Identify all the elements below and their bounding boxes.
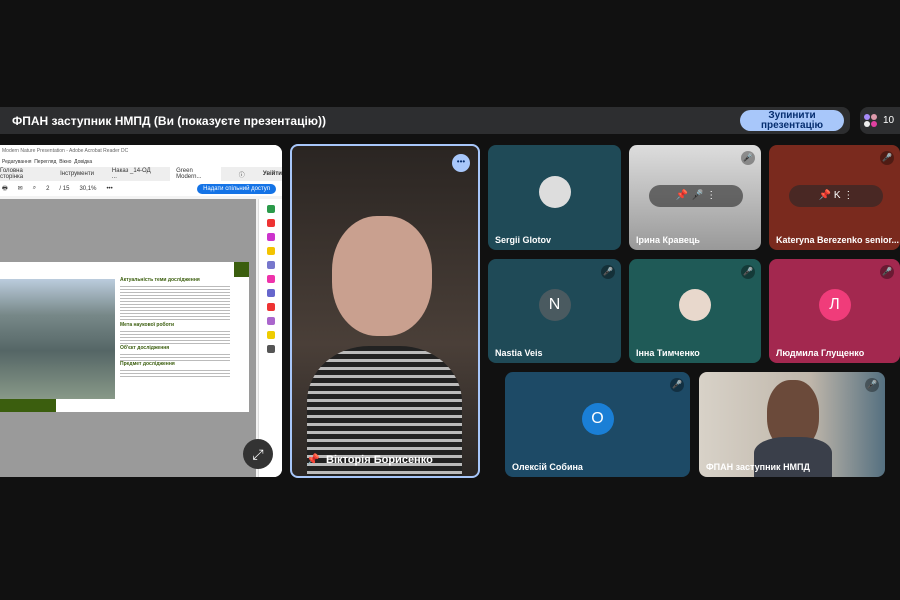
stop-presenting-button[interactable]: Зупинити презентацію xyxy=(740,110,844,131)
tab-doc1[interactable]: Наказ _14-ОД ... xyxy=(112,168,152,180)
participant-name: Sergii Glotov xyxy=(495,235,552,245)
mic-off-icon: 🎤 xyxy=(865,378,879,392)
document-view: Актуальність теми дослідження Мета науко… xyxy=(0,199,256,477)
participant-name: Ірина Кравець xyxy=(636,235,700,245)
avatar xyxy=(679,289,711,321)
zoom-select[interactable]: 30,1% xyxy=(79,186,96,192)
page-number[interactable]: 2 xyxy=(46,186,49,192)
help-icon[interactable]: ⓘ xyxy=(239,170,245,179)
participant-name: Nastia Veis xyxy=(495,348,543,358)
tile-controls[interactable]: 📌 K ⋮ xyxy=(789,185,883,207)
participant-tile[interactable]: Sergii Glotov xyxy=(488,145,621,250)
fullscreen-button[interactable]: ⤢ xyxy=(243,439,273,469)
mic-off-icon: 🎤 xyxy=(741,151,755,165)
login-button[interactable]: Увійти xyxy=(263,171,282,177)
participants-button[interactable]: 10 xyxy=(860,107,900,134)
avatar: Л xyxy=(818,289,851,321)
mic-off-icon: 🎤 xyxy=(880,265,894,279)
banner-title: ФПАН заступник НМПД (Ви (показуєте презе… xyxy=(12,113,327,128)
flood-photo xyxy=(0,279,115,399)
window-title: Modern Nature Presentation - Adobe Acrob… xyxy=(0,145,282,157)
tab-bar: Головна сторінка Інструменти Наказ _14-О… xyxy=(0,165,282,183)
slide-heading: Мета наукової роботи xyxy=(120,322,175,328)
participant-tile[interactable]: Л 🎤 Людмила Глущенко xyxy=(769,259,900,363)
tab-home[interactable]: Головна сторінка xyxy=(0,168,42,180)
mic-off-icon: 🎤 xyxy=(670,378,684,392)
share-button[interactable]: Надати спільний доступ xyxy=(197,183,276,194)
participant-tile[interactable]: O 🎤 Олексій Собина xyxy=(505,372,690,477)
slide-heading: Актуальність теми дослідження xyxy=(120,277,200,283)
speaker-video xyxy=(332,216,432,336)
participant-name: Kateryna Berezenko senior... xyxy=(776,235,900,245)
speaker-tile[interactable]: ••• 📌 Вікторія Борисенко xyxy=(290,144,480,478)
avatar: O xyxy=(581,402,614,435)
avatar xyxy=(538,175,571,208)
participant-tile[interactable]: 🎤 Інна Тимченко xyxy=(629,259,761,363)
slide-heading: Предмет дослідження xyxy=(120,361,175,367)
participant-tile[interactable]: 📌 🎤 ⋮ 🎤 Ірина Кравець xyxy=(629,145,761,250)
speaker-name: Вікторія Борисенко xyxy=(326,454,433,466)
mail-icon[interactable]: ✉ xyxy=(18,185,23,192)
menu-item[interactable]: Перегляд xyxy=(34,159,56,165)
print-icon[interactable]: 🖶 xyxy=(2,184,8,194)
pin-icon[interactable]: 📌 xyxy=(306,453,320,466)
participant-tile[interactable]: 📌 K ⋮ 🎤 Kateryna Berezenko senior... xyxy=(769,145,900,250)
more-options-button[interactable]: ••• xyxy=(452,154,470,172)
tools-sidebar xyxy=(258,199,282,477)
participant-tile[interactable]: 🎤 ФПАН заступник НМПД xyxy=(699,372,885,477)
menu-item[interactable]: Вікно xyxy=(59,159,71,165)
menu-item[interactable]: Редагування xyxy=(2,159,31,165)
toolbar: 🖶 ✉ ⌕ 2 / 15 30,1% ••• Надати спільний досту… xyxy=(0,181,282,196)
more-icon[interactable]: ••• xyxy=(106,186,112,192)
tab-doc2[interactable]: Green Modern... xyxy=(170,165,221,183)
mic-off-icon: 🎤 xyxy=(741,265,755,279)
participant-name: Інна Тимченко xyxy=(636,348,700,358)
tile-controls[interactable]: 📌 🎤 ⋮ xyxy=(649,185,743,207)
mic-off-icon: 🎤 xyxy=(601,265,615,279)
menu-item[interactable]: Довідка xyxy=(74,159,92,165)
mic-off-icon: 🎤 xyxy=(880,151,894,165)
search-icon[interactable]: ⌕ xyxy=(33,185,36,192)
participant-tile[interactable]: N 🎤 Nastia Veis xyxy=(488,259,621,363)
stop-label-2: презентацію xyxy=(760,120,824,131)
participant-name: ФПАН заступник НМПД xyxy=(706,462,810,472)
avatar: N xyxy=(538,289,571,321)
presentation-banner: ФПАН заступник НМПД (Ви (показуєте презе… xyxy=(0,107,850,134)
participant-name: Людмила Глущенко xyxy=(776,348,865,358)
participants-avatars-icon xyxy=(864,113,878,128)
menu-bar: Редагування Перегляд Вікно Довідка xyxy=(0,157,282,167)
slide-heading: Об'єкт дослідження xyxy=(120,345,170,351)
slide: Актуальність теми дослідження Мета науко… xyxy=(0,262,249,412)
page-total: / 15 xyxy=(59,185,70,192)
shared-screen: Modern Nature Presentation - Adobe Acrob… xyxy=(0,145,282,477)
tab-tools[interactable]: Інструменти xyxy=(60,171,94,177)
participant-name: Олексій Собина xyxy=(512,462,583,472)
participants-count: 10 xyxy=(883,115,895,126)
